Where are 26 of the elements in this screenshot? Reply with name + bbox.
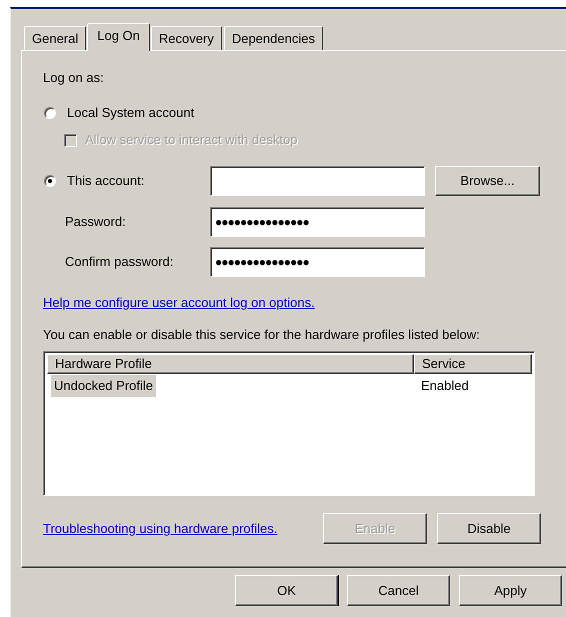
input-field[interactable] <box>210 166 425 196</box>
table-cell-text: Enabled <box>420 377 470 395</box>
cancel-button[interactable]: Cancel <box>347 575 450 606</box>
ok-button[interactable]: OK <box>235 575 338 606</box>
radio-label: This account: <box>67 172 144 190</box>
column-header[interactable]: Service <box>414 354 532 374</box>
troubleshooting-link[interactable]: Troubleshooting using hardware profiles. <box>43 520 278 536</box>
input-field[interactable]: ●●●●●●●●●●●●●●● <box>210 247 425 277</box>
radio-label: Local System account <box>67 104 194 122</box>
tab[interactable]: Recovery <box>150 26 222 50</box>
radio-button[interactable] <box>44 175 56 187</box>
apply-button[interactable]: Apply <box>459 575 562 606</box>
field-label: Confirm password: <box>64 253 174 272</box>
input-field[interactable]: ●●●●●●●●●●●●●●● <box>210 207 425 237</box>
field-label: Password: <box>64 213 127 232</box>
radio-button[interactable] <box>44 107 56 119</box>
profiles-note: You can enable or disable this service for the hardware profiles listed below: <box>43 327 481 343</box>
table-cell[interactable]: Undocked Profile <box>51 375 156 397</box>
help-link[interactable]: Help me configure user account log on options. <box>43 295 315 310</box>
tab[interactable]: Dependencies <box>224 26 323 50</box>
tab[interactable]: Log On <box>87 23 150 51</box>
browse-button[interactable]: Browse... <box>435 166 540 196</box>
section-label: Log on as: <box>43 70 105 86</box>
disable-button[interactable]: Disable <box>437 513 541 544</box>
tab[interactable]: General <box>24 26 86 50</box>
column-header[interactable]: Hardware Profile <box>47 354 414 374</box>
